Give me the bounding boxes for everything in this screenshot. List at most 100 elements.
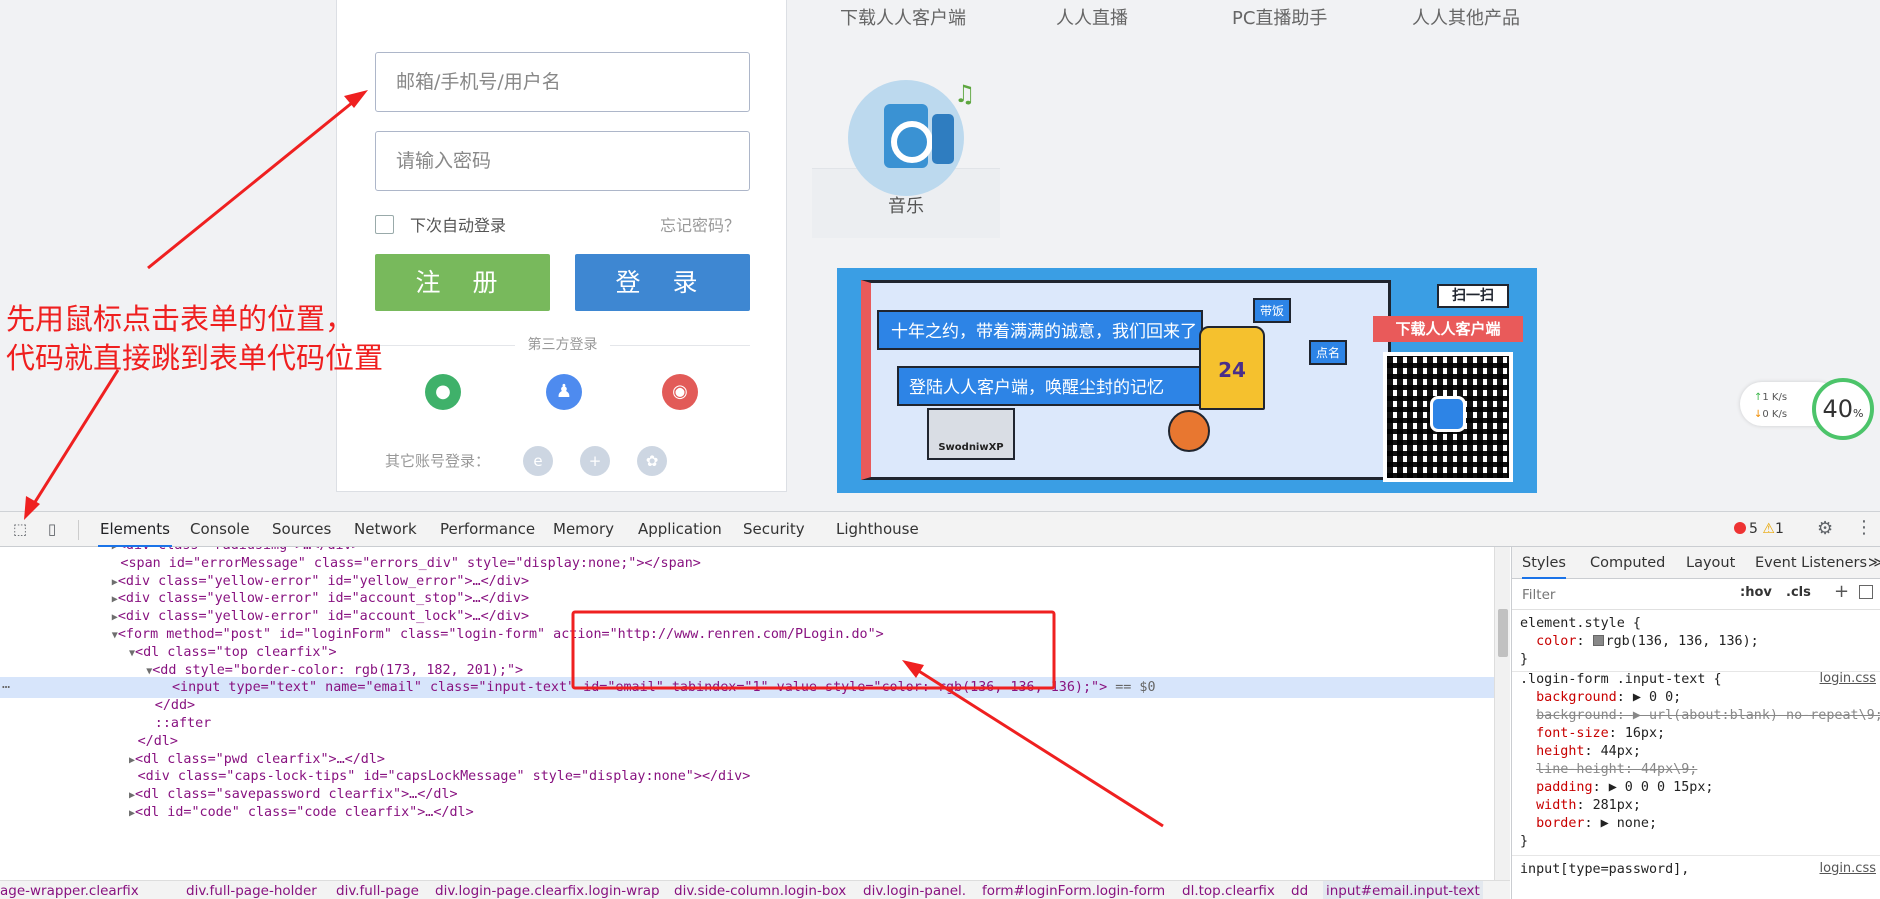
music-note-icon: ♫: [954, 80, 976, 108]
tab-security[interactable]: Security: [741, 512, 807, 547]
prop-name[interactable]: border: [1536, 816, 1584, 831]
dom-tree[interactable]: ▶<div class="radiusimg">…</div><span id=…: [0, 547, 1494, 880]
new-rule-icon[interactable]: +: [1834, 581, 1849, 602]
baidu-icon[interactable]: ✿: [637, 446, 667, 476]
client-download-banner[interactable]: 十年之约，带着满满的诚意，我们回来了 登陆人人客户端，唤醒尘封的记忆 带饭 点名…: [837, 268, 1537, 493]
breadcrumb-item[interactable]: dd: [1291, 881, 1308, 899]
memory-usage-ring: 40%: [1812, 378, 1874, 440]
prop-name[interactable]: padding: [1536, 780, 1592, 795]
prop-value[interactable]: 44px;: [1601, 744, 1641, 759]
network-speed-widget[interactable]: ↑1 K/s ↓0 K/s 40%: [1740, 378, 1878, 450]
breadcrumb-item[interactable]: form#loginForm.login-form: [982, 881, 1165, 899]
dom-tree-scrollbar[interactable]: [1494, 547, 1510, 880]
tianyi-icon[interactable]: e: [523, 446, 553, 476]
prop-name[interactable]: height: [1536, 744, 1584, 759]
remember-checkbox[interactable]: [375, 214, 394, 234]
qq-icon[interactable]: ♟: [546, 374, 582, 410]
tab-event-listeners[interactable]: Event Listeners: [1755, 547, 1867, 579]
annotation-line-2: 代码就直接跳到表单代码位置: [6, 341, 384, 375]
prop-name[interactable]: background: [1536, 690, 1617, 705]
selector-text: input[type=password],: [1520, 862, 1690, 877]
inspect-element-icon[interactable]: ⬚: [10, 519, 30, 539]
prop-name[interactable]: color: [1536, 634, 1576, 649]
device-toolbar-icon[interactable]: ▯: [42, 519, 62, 539]
music-tile[interactable]: ♫ 音乐: [812, 68, 1000, 238]
tab-network[interactable]: Network: [352, 512, 419, 547]
music-icon: ♫: [848, 80, 976, 196]
tab-performance[interactable]: Performance: [438, 512, 537, 547]
warning-icon: ⚠: [1762, 521, 1775, 537]
prop-value[interactable]: 44px\9;: [1641, 762, 1697, 777]
tab-console[interactable]: Console: [188, 512, 252, 547]
scrollbar-thumb[interactable]: [1498, 609, 1508, 657]
email-input[interactable]: 邮箱/手机号/用户名: [375, 52, 750, 112]
remember-me[interactable]: 下次自动登录: [375, 212, 506, 236]
tab-sources[interactable]: Sources: [270, 512, 333, 547]
rule-source-link[interactable]: login.css: [1820, 671, 1877, 686]
register-button[interactable]: 注 册: [375, 254, 550, 311]
forgot-password-link[interactable]: 忘记密码？: [660, 212, 740, 236]
prop-name[interactable]: width: [1536, 798, 1576, 813]
prop-value[interactable]: ▶ url(about:blank) no-repeat\9;: [1633, 708, 1880, 723]
password-input[interactable]: 请输入密码: [375, 131, 750, 191]
third-party-label: 第三方登录: [527, 337, 598, 353]
renren-login-page: 邮箱/手机号/用户名 请输入密码 下次自动登录 忘记密码？ 注 册 登 录 第三…: [0, 0, 1880, 511]
settings-gear-icon[interactable]: ⚙: [1817, 518, 1833, 539]
devtools-panel: ⬚ ▯ Elements Console Sources Network Per…: [0, 511, 1880, 899]
rule-source-link[interactable]: login.css: [1820, 861, 1877, 876]
dom-breadcrumbs: age-wrapper.clearfix div.full-page-holder…: [0, 880, 1510, 899]
music-label: 音乐: [888, 196, 924, 217]
error-count: 5: [1749, 521, 1758, 537]
tab-application[interactable]: Application: [636, 512, 724, 547]
top-nav: 下载人人客户端 人人直播 PC直播助手 人人其他产品: [820, 4, 1560, 30]
nav-other-products[interactable]: 人人其他产品: [1412, 4, 1520, 30]
tab-elements[interactable]: Elements: [98, 512, 172, 547]
prop-value[interactable]: ▶ 0 0;: [1633, 690, 1681, 705]
prop-value[interactable]: rgb(136, 136, 136);: [1606, 634, 1759, 649]
usage-percent: 40: [1822, 395, 1854, 423]
prop-value[interactable]: ▶ 0 0 0 15px;: [1609, 780, 1714, 795]
tab-lighthouse[interactable]: Lighthouse: [834, 512, 921, 547]
remember-label: 下次自动登录: [410, 216, 507, 235]
rule-selector: input[type=password],: [1520, 861, 1689, 879]
prop-name[interactable]: background: [1536, 708, 1617, 723]
tab-computed[interactable]: Computed: [1590, 547, 1665, 579]
css-property-line: line-height: 44px\9;: [1536, 762, 1698, 777]
tab-memory[interactable]: Memory: [551, 512, 616, 547]
tab-overflow-chevron[interactable]: ≫: [1868, 547, 1880, 579]
tab-styles[interactable]: Styles: [1522, 547, 1566, 579]
breadcrumb-item[interactable]: input#email.input-text: [1323, 881, 1483, 899]
css-property-line: border: ▶ none;: [1536, 816, 1658, 831]
breadcrumb-item[interactable]: div.login-page.clearfix.login-wrap: [435, 881, 660, 899]
prop-value[interactable]: ▶ none;: [1601, 816, 1657, 831]
class-toggle[interactable]: .cls: [1786, 585, 1811, 600]
row-menu-icon[interactable]: …: [2, 677, 10, 692]
tab-layout[interactable]: Layout: [1686, 547, 1735, 579]
breadcrumb-item[interactable]: div.side-column.login-box: [674, 881, 846, 899]
breadcrumb-item[interactable]: div.login-panel.: [863, 881, 966, 899]
nav-pc-live-assistant[interactable]: PC直播助手: [1232, 4, 1327, 30]
prop-value[interactable]: 16px;: [1625, 726, 1665, 741]
dom-node-line[interactable]: ▶<dl id="code" class="code clearfix">…</…: [0, 802, 1494, 823]
console-status[interactable]: 5 ⚠1: [1734, 521, 1784, 537]
plus-icon[interactable]: +: [580, 446, 610, 476]
banner-headline: 十年之约，带着满满的诚意，我们回来了: [877, 310, 1203, 350]
more-options-icon[interactable]: ⋮: [1855, 517, 1873, 538]
prop-name[interactable]: font-size: [1536, 726, 1609, 741]
breadcrumb-item[interactable]: age-wrapper.clearfix: [0, 881, 139, 899]
banner-tag: 点名: [1309, 340, 1348, 365]
styles-filter-input[interactable]: [1518, 583, 1730, 606]
breadcrumb-item[interactable]: div.full-page: [336, 881, 419, 899]
sidebar-toggle-icon[interactable]: [1859, 585, 1873, 599]
prop-value[interactable]: 281px;: [1593, 798, 1641, 813]
prop-name[interactable]: line-height: [1536, 762, 1625, 777]
weibo-icon[interactable]: ◉: [662, 374, 698, 410]
login-button[interactable]: 登 录: [575, 254, 750, 311]
color-swatch[interactable]: [1592, 635, 1604, 646]
breadcrumb-item[interactable]: dl.top.clearfix: [1182, 881, 1275, 899]
hover-state-toggle[interactable]: :hov: [1740, 585, 1772, 600]
wechat-icon[interactable]: ●: [425, 374, 461, 410]
nav-download-client[interactable]: 下载人人客户端: [840, 4, 966, 30]
breadcrumb-item[interactable]: div.full-page-holder: [186, 881, 317, 899]
nav-live[interactable]: 人人直播: [1056, 4, 1128, 30]
